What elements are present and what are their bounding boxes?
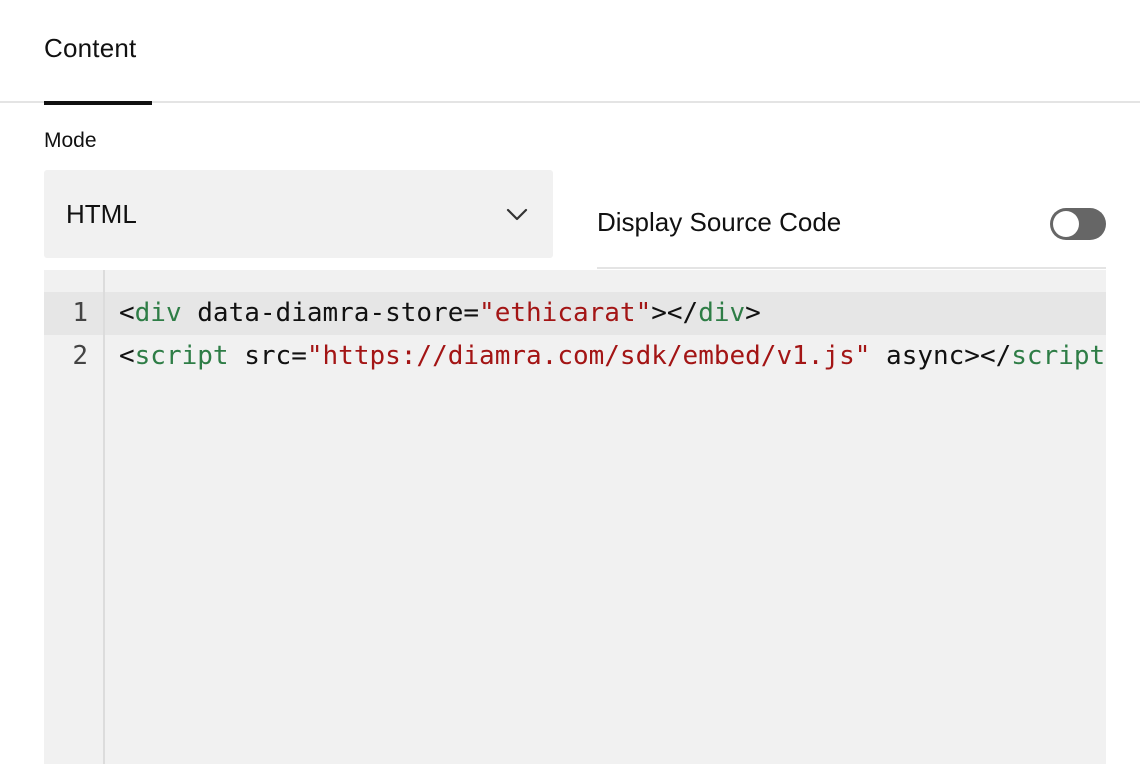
active-tab-indicator <box>44 101 152 105</box>
code-token: async></ <box>870 341 1012 371</box>
tab-bar: Content <box>0 0 1140 105</box>
display-source-code-label: Display Source Code <box>597 207 842 237</box>
tab-content[interactable]: Content <box>44 0 152 105</box>
code-token-tag: script <box>134 341 229 371</box>
code-token-string: "https://diamra.com/sdk/embed/v1.js" <box>306 341 871 371</box>
code-token: > <box>1105 341 1106 371</box>
line-number-gutter: 1 2 <box>44 270 105 764</box>
code-token: < <box>119 298 135 328</box>
mode-select[interactable]: HTML <box>44 170 553 258</box>
code-token-string: "ethicarat" <box>479 298 652 328</box>
display-source-code-toggle[interactable] <box>1050 208 1106 240</box>
code-token: data-diamra-store= <box>181 298 480 328</box>
tab-content-label: Content <box>44 33 137 63</box>
code-editor[interactable]: 1 2 <div data-diamra-store="ethicarat"><… <box>44 270 1106 764</box>
code-token: ></ <box>651 298 699 328</box>
code-token: < <box>119 341 135 371</box>
line-number: 2 <box>72 341 88 371</box>
mode-select-value: HTML <box>66 199 137 229</box>
code-token: src= <box>228 341 307 371</box>
code-token-tag: div <box>134 298 182 328</box>
toggle-knob <box>1053 211 1079 237</box>
display-source-code-row: Display Source Code <box>597 190 1106 269</box>
code-token: > <box>745 298 761 328</box>
content-panel: Content Mode HTML Display Source Code 1 … <box>0 0 1140 764</box>
code-line: <script src="https://diamra.com/sdk/embe… <box>119 341 1106 371</box>
chevron-down-icon <box>506 208 528 221</box>
code-line: <div data-diamra-store="ethicarat"></div… <box>119 298 761 328</box>
code-token-tag: div <box>698 298 746 328</box>
mode-label: Mode <box>44 129 97 152</box>
line-number: 1 <box>72 298 88 328</box>
code-token-tag: script <box>1011 341 1106 371</box>
